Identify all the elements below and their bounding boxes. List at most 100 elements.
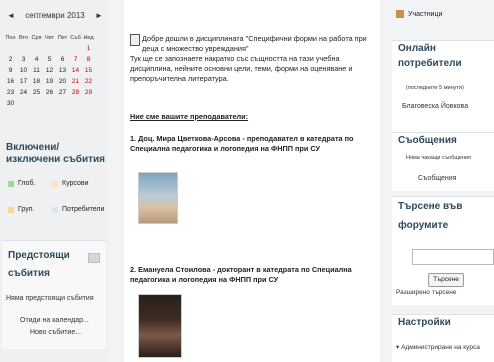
- calendar-day[interactable]: 15: [82, 65, 95, 76]
- user-color-swatch: [52, 206, 58, 213]
- calendar-day[interactable]: 27: [56, 87, 69, 98]
- calendar-day[interactable]: [69, 43, 82, 54]
- calendar-day[interactable]: 28: [69, 87, 82, 98]
- settings-block: Настройки ▾ Администриране на курса: [392, 314, 494, 362]
- online-users-block: Онлайн потребители (последните 5 минути)…: [392, 40, 494, 133]
- calendar-day[interactable]: [43, 98, 56, 109]
- calendar-day[interactable]: 7: [69, 54, 82, 65]
- calendar-day[interactable]: 23: [4, 87, 17, 98]
- calendar-day[interactable]: [30, 98, 43, 109]
- course-color-swatch: [52, 180, 58, 187]
- weekday: Вто: [18, 34, 28, 41]
- calendar-day[interactable]: [56, 43, 69, 54]
- teachers-heading: Ние сме вашите преподаватели:: [130, 112, 249, 121]
- weekday: Пон: [5, 34, 16, 41]
- weekday: Съб: [70, 34, 81, 41]
- calendar-day[interactable]: 6: [56, 54, 69, 65]
- calendar-day[interactable]: [17, 43, 30, 54]
- calendar-day[interactable]: 25: [30, 87, 43, 98]
- legend-group[interactable]: Груп.: [8, 206, 34, 213]
- main-content: Добре дошли в дисциплината "Специфични ф…: [124, 0, 380, 362]
- calendar-day[interactable]: 12: [43, 65, 56, 76]
- group-color-swatch: [8, 206, 14, 213]
- legend-user[interactable]: Потребители: [52, 206, 104, 213]
- calendar-day[interactable]: [4, 43, 17, 54]
- settings-title: Настройки: [398, 317, 451, 328]
- upcoming-events-title: Предстоящи събития: [8, 250, 70, 279]
- teacher2-photo: [138, 294, 182, 358]
- left-column: ◄ септември 2013 ► Пон Вто Сря Чет Пет С…: [0, 0, 108, 362]
- calendar-day[interactable]: 4: [30, 54, 43, 65]
- no-upcoming-events: Няма предстоящи събития: [6, 295, 94, 302]
- online-users-note: (последните 5 минути): [406, 85, 464, 91]
- legend-label: Глоб.: [18, 180, 36, 187]
- legend-global[interactable]: Глоб.: [8, 180, 35, 187]
- calendar-day[interactable]: 19: [43, 76, 56, 87]
- calendar-day[interactable]: 16: [4, 76, 17, 87]
- forum-search-button[interactable]: Търсене: [428, 273, 464, 287]
- new-event-link[interactable]: Ново събитие...: [30, 329, 81, 336]
- messages-title: Съобщения: [398, 135, 457, 146]
- calendar-day[interactable]: 10: [17, 65, 30, 76]
- teacher2-text: 2. Емануела Стоилова - докторант в катед…: [130, 265, 352, 284]
- collapse-block-icon[interactable]: [88, 253, 100, 263]
- calendar-day[interactable]: 5: [43, 54, 56, 65]
- calendar-day[interactable]: 3: [17, 54, 30, 65]
- calendar-day[interactable]: 1: [82, 43, 95, 54]
- calendar-day[interactable]: [56, 98, 69, 109]
- participants-link[interactable]: Участници: [396, 10, 442, 18]
- calendar-day[interactable]: [17, 98, 30, 109]
- advanced-search-link[interactable]: Разширено търсене: [396, 289, 456, 296]
- calendar-day[interactable]: 17: [17, 76, 30, 87]
- calendar-day[interactable]: [69, 98, 82, 109]
- messages-link[interactable]: Съобщения: [418, 175, 456, 182]
- next-month-arrow[interactable]: ►: [92, 11, 106, 20]
- calendar-day[interactable]: 20: [56, 76, 69, 87]
- events-block-title: Включени/изключени събития: [6, 142, 106, 165]
- calendar-table: Пон Вто Сря Чет Пет Съб Нед 1 2 3 4 5 6 …: [4, 32, 95, 109]
- calendar-day[interactable]: 18: [30, 76, 43, 87]
- calendar-day[interactable]: 8: [82, 54, 95, 65]
- weekday: Сря: [31, 34, 42, 41]
- calendar-day[interactable]: 11: [30, 65, 43, 76]
- forum-search-input[interactable]: [412, 249, 494, 265]
- teacher1-photo: [138, 172, 178, 224]
- legend-label: Курсови: [62, 180, 89, 187]
- no-messages: Няма чакащи съобщения: [406, 155, 471, 161]
- calendar-day[interactable]: [30, 43, 43, 54]
- calendar-day[interactable]: 26: [43, 87, 56, 98]
- calendar-day[interactable]: 22: [82, 76, 95, 87]
- page-icon: [130, 34, 140, 46]
- calendar-day[interactable]: 29: [82, 87, 95, 98]
- calendar-day[interactable]: 30: [4, 98, 17, 109]
- prev-month-arrow[interactable]: ◄: [4, 11, 18, 20]
- calendar-day[interactable]: 24: [17, 87, 30, 98]
- right-column: Участници Онлайн потребители (последните…: [386, 0, 494, 362]
- weekday: Чет: [44, 34, 55, 41]
- calendar-day[interactable]: 9: [4, 65, 17, 76]
- global-color-swatch: [8, 180, 14, 187]
- goto-calendar-link[interactable]: Отиди на календар...: [20, 317, 89, 324]
- messages-block: Съобщения Няма чакащи съобщения Съобщени…: [392, 132, 494, 191]
- legend-course[interactable]: Курсови: [52, 180, 89, 187]
- settings-item-label: Администриране на курса: [401, 344, 480, 351]
- calendar-day[interactable]: 14: [69, 65, 82, 76]
- calendar-header: ◄ септември 2013 ►: [4, 9, 106, 21]
- intro-text: Тук ще се запознаете накратко със същнос…: [130, 54, 353, 83]
- forum-search-block: Търсене във форумите Търсене Разширено т…: [392, 196, 494, 305]
- settings-item[interactable]: ▾ Администриране на курса: [396, 343, 480, 351]
- calendar-day[interactable]: [82, 98, 95, 109]
- calendar-day[interactable]: 2: [4, 54, 17, 65]
- online-users-title: Онлайн потребители: [398, 43, 462, 69]
- weekday: Пет: [57, 34, 68, 41]
- legend-label: Потребители: [62, 206, 105, 213]
- calendar-day[interactable]: [43, 43, 56, 54]
- upcoming-events-block: Предстоящи събития Няма предстоящи събит…: [2, 240, 106, 349]
- calendar-day[interactable]: 21: [69, 76, 82, 87]
- welcome-text: Добре дошли в дисциплината "Специфични ф…: [142, 34, 367, 53]
- teacher1-text: 1. Доц. Мира Цветкова-Арсова - преподава…: [130, 134, 354, 153]
- legend-label: Груп.: [18, 206, 35, 213]
- calendar-day[interactable]: 13: [56, 65, 69, 76]
- online-user-link[interactable]: Благовеска Йовкова: [402, 103, 468, 110]
- participants-label: Участници: [408, 10, 443, 18]
